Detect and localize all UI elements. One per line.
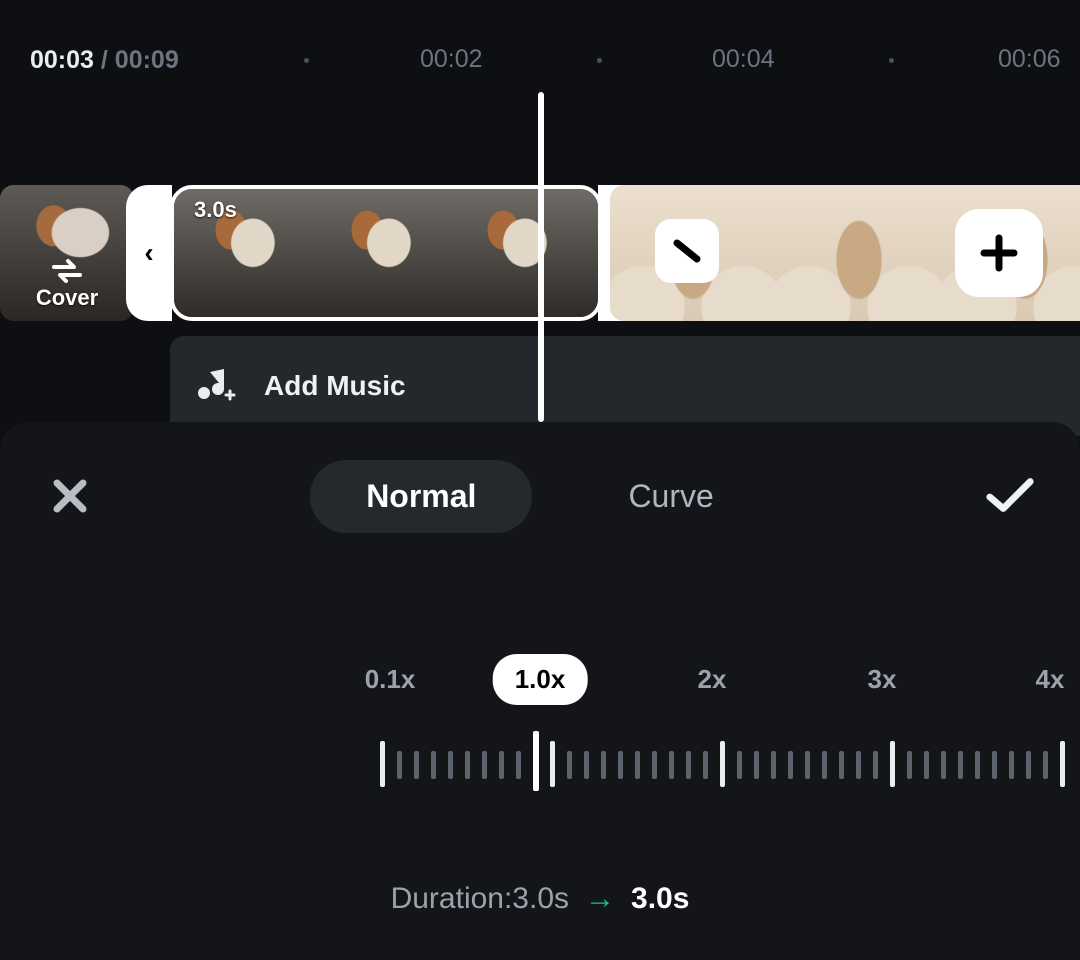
slider-tick [669,751,674,779]
speed-panel: Normal Curve 0.1x 1.0x 2x 3x 4x Duration… [0,422,1080,960]
confirm-button[interactable] [984,470,1036,522]
check-icon [984,475,1036,517]
slider-tick [652,751,657,779]
ruler-tick-label: 00:06 [998,45,1061,74]
video-speed-editor: 00:03 / 00:09 00:02 00:04 00:06 Cover ‹ … [0,0,1080,960]
slider-tick [805,751,810,779]
slider-tick [907,751,912,779]
slider-tick [788,751,793,779]
speed-option[interactable]: 2x [698,664,727,695]
transition-button[interactable] [655,219,719,283]
ruler-tick-label: 00:04 [712,45,775,74]
speed-labels: 0.1x 1.0x 2x 3x 4x [0,650,1080,710]
speed-selected[interactable]: 1.0x [493,654,588,705]
time-total: / 00:09 [94,46,179,75]
duration-readout: Duration:3.0s → 3.0s [0,882,1080,916]
speed-option[interactable]: 4x [1036,664,1065,695]
cover-label: Cover [36,285,98,311]
clip-duration-label: 3.0s [194,197,237,223]
slider-tick [975,751,980,779]
tab-curve[interactable]: Curve [572,478,769,515]
ruler-dot [597,58,602,63]
slider-tick [431,751,436,779]
tab-normal[interactable]: Normal [310,460,532,533]
slider-tick [703,751,708,779]
slider-tick [1009,751,1014,779]
handle-glyph: ‹ [144,237,153,269]
transition-icon [669,233,705,269]
speed-option[interactable]: 3x [868,664,897,695]
slider-tick [533,731,539,791]
clip-frame [310,189,446,317]
slider-tick [941,751,946,779]
slider-tick [1026,751,1031,779]
time-ruler: 00:03 / 00:09 00:02 00:04 00:06 [0,40,1080,80]
slider-tick [550,741,555,787]
slider-tick [635,751,640,779]
slider-tick [1060,741,1065,787]
slider-tick [686,751,691,779]
close-icon [49,475,91,517]
slider-tick [482,751,487,779]
time-total-value: 00:09 [115,46,179,74]
slider-tick [414,751,419,779]
trim-handle-left[interactable]: ‹ [126,185,172,321]
music-plus-icon [198,367,236,405]
clip-frame [776,185,942,321]
add-music-label: Add Music [264,370,406,402]
slider-tick [380,741,385,787]
speed-option[interactable]: 0.1x [365,664,416,695]
slider-tick [992,751,997,779]
ruler-tick-label: 00:02 [420,45,483,74]
playhead[interactable] [538,92,544,422]
slider-tick [584,751,589,779]
speed-mode-tabs: Normal Curve [310,460,770,533]
slider-tick [465,751,470,779]
slider-tick [499,751,504,779]
slider-tick [856,751,861,779]
slider-tick [567,751,572,779]
slider-tick [924,751,929,779]
slider-tick [890,741,895,787]
slider-tick [601,751,606,779]
panel-header: Normal Curve [0,460,1080,532]
slider-tick [618,751,623,779]
ruler-dot [889,58,894,63]
slider-tick [873,751,878,779]
speed-slider[interactable] [0,731,1080,791]
slider-ticks [380,731,1060,791]
duration-from-label: Duration:3.0s [391,882,569,916]
cover-clip[interactable]: Cover [0,185,134,321]
ruler-dot [304,58,309,63]
slider-tick [448,751,453,779]
slider-tick [737,751,742,779]
duration-to-value: 3.0s [631,882,689,916]
slider-tick [822,751,827,779]
add-music-button[interactable]: Add Music [170,336,1080,436]
slider-tick [839,751,844,779]
swap-icon [50,257,84,285]
arrow-right-icon: → [585,882,615,916]
plus-icon [976,230,1022,276]
add-clip-button[interactable] [955,209,1043,297]
slider-tick [516,751,521,779]
slider-tick [720,741,725,787]
slider-tick [958,751,963,779]
slider-tick [397,751,402,779]
slider-tick [754,751,759,779]
cancel-button[interactable] [44,470,96,522]
slider-tick [771,751,776,779]
clip-frame [446,189,582,317]
time-current: 00:03 [30,46,94,75]
slider-tick [1043,751,1048,779]
